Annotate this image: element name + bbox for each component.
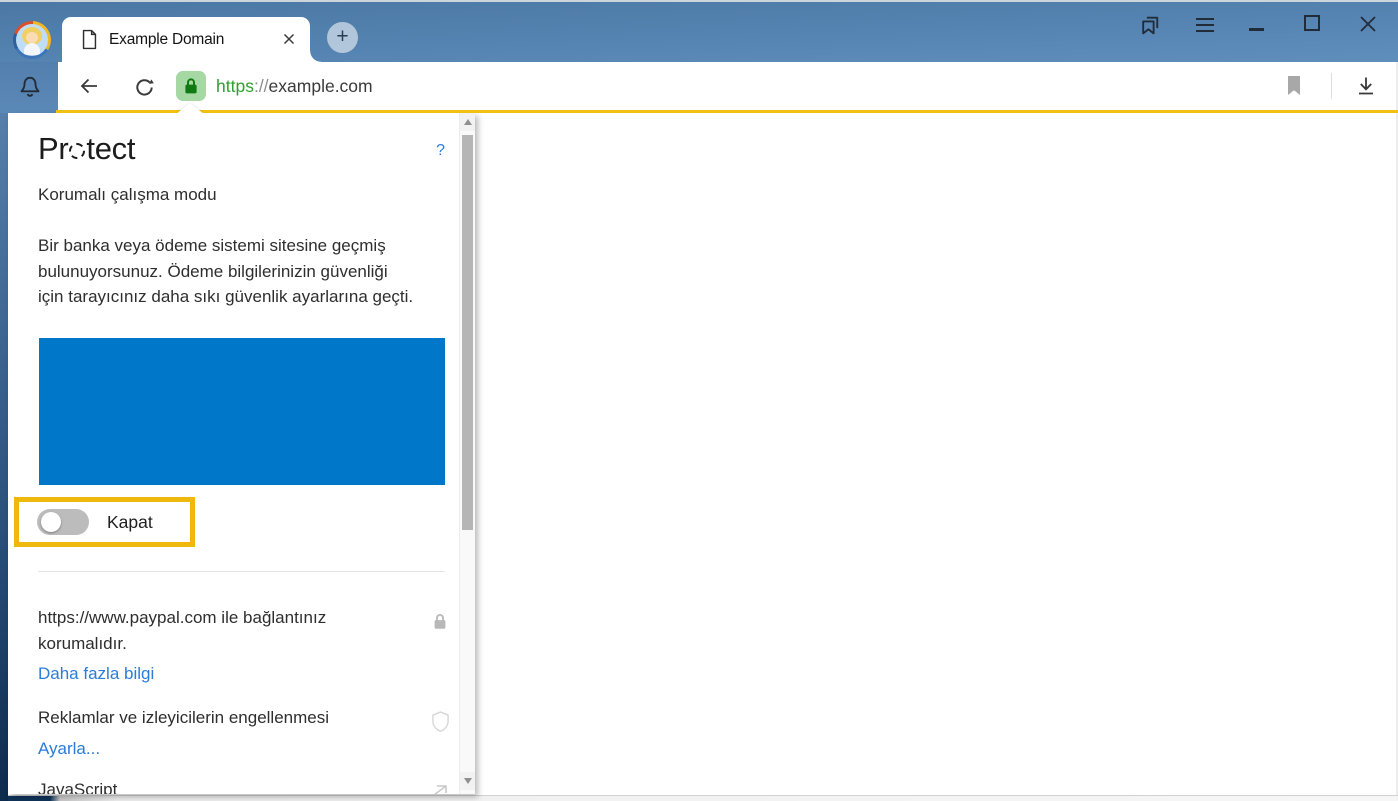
javascript-row-label: JavaScript [38, 780, 117, 794]
more-info-link[interactable]: Daha fazla bilgi [38, 664, 154, 684]
ads-blocking-text: Reklamlar ve izleyicilerin engellenmesi [38, 708, 329, 728]
panel-divider [38, 571, 445, 572]
download-icon[interactable] [1354, 74, 1378, 103]
window-left-frame [0, 113, 8, 801]
ads-configure-link[interactable]: Ayarla... [38, 739, 100, 759]
lock-badge-icon [184, 77, 198, 95]
scroll-down-button[interactable] [460, 772, 475, 790]
toggle-highlight-annotation: Kapat [14, 497, 195, 547]
tab-groups-icon[interactable] [1138, 12, 1163, 42]
toolbar: https://example.com [58, 62, 1398, 110]
scroll-up-button[interactable] [460, 113, 475, 131]
protect-panel: Prtect ? Korumalı çalışma modu Bir banka… [8, 113, 475, 794]
scroll-down-icon [464, 778, 472, 784]
site-security-badge[interactable] [176, 71, 206, 101]
maximize-button[interactable] [1304, 15, 1320, 31]
panel-title: Prtect [38, 131, 135, 167]
protected-mode-toggle[interactable] [37, 509, 89, 535]
panel-scrollbar[interactable] [459, 113, 475, 794]
minimize-button[interactable] [1249, 28, 1264, 31]
window-close-button[interactable] [1358, 14, 1378, 39]
tab-close-icon[interactable] [280, 30, 298, 48]
tab-title: Example Domain [109, 17, 224, 62]
panel-subtitle: Korumalı çalışma modu [38, 185, 217, 205]
toggle-knob [41, 512, 61, 532]
panel-anchor-notch [176, 103, 204, 114]
back-icon[interactable] [76, 73, 102, 104]
address-bar[interactable]: https://example.com [216, 62, 373, 110]
url-scheme: https [216, 76, 254, 96]
bookmark-icon[interactable] [1286, 75, 1302, 101]
window-bottom-frame [8, 795, 1398, 801]
help-link[interactable]: ? [436, 142, 445, 160]
ads-shield-icon [431, 710, 450, 738]
page-icon [81, 29, 98, 55]
accent-line [56, 110, 1398, 113]
protect-logo-o [69, 143, 85, 159]
new-tab-button[interactable]: + [327, 22, 358, 53]
panel-description: Bir banka veya ödeme sistemi sitesine ge… [38, 233, 413, 310]
notifications-bell-icon[interactable] [16, 74, 44, 102]
protect-illustration [39, 338, 445, 485]
window-top-border [0, 0, 1398, 2]
scroll-up-icon [464, 119, 472, 125]
toolbar-separator [1331, 73, 1332, 99]
toggle-label: Kapat [107, 512, 153, 533]
avatar-image [16, 24, 48, 56]
menu-icon[interactable] [1196, 18, 1214, 36]
connection-lock-icon [433, 612, 447, 636]
reload-icon[interactable] [132, 74, 157, 104]
url-host: example.com [269, 76, 373, 96]
browser-window: Example Domain + https://example.com [0, 0, 1398, 801]
browser-tab[interactable]: Example Domain [62, 17, 310, 62]
javascript-blocked-icon [433, 784, 448, 794]
scrollbar-thumb[interactable] [462, 135, 473, 530]
profile-avatar[interactable] [13, 21, 51, 59]
connection-status-text: https://www.paypal.com ile bağlantınız k… [38, 605, 413, 656]
url-separator: :// [254, 76, 269, 96]
